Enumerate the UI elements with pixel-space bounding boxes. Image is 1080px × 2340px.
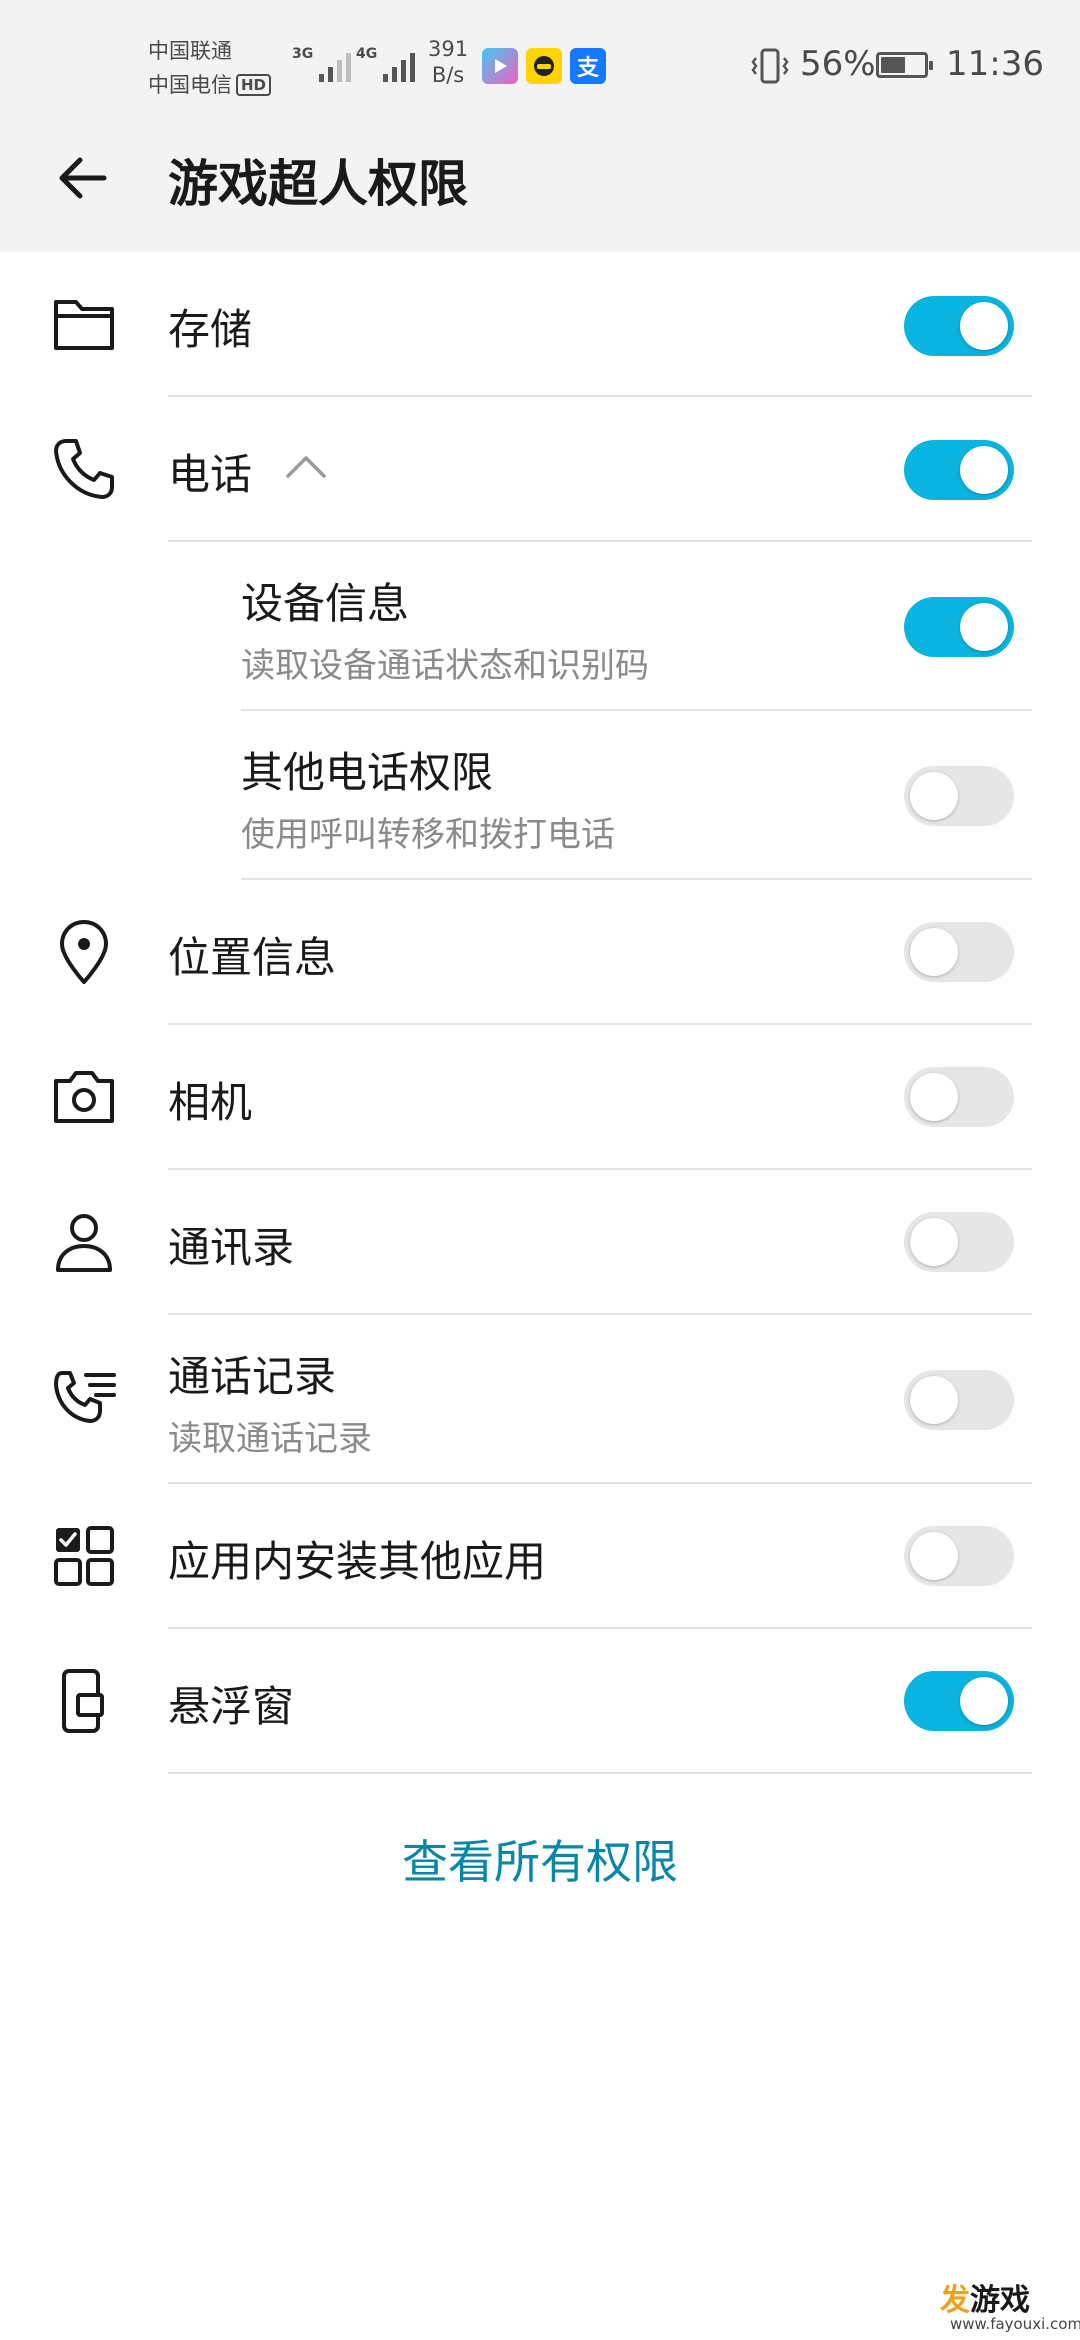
install-apps-icon [54,1526,114,1586]
permission-row-phone[interactable]: 电话 [0,397,1080,542]
device-info-toggle[interactable] [904,597,1014,657]
alipay-icon: 支 [570,48,606,84]
phone-toggle[interactable] [904,440,1014,500]
back-arrow-icon[interactable] [52,148,112,208]
permission-title: 通话记录 [168,1352,337,1401]
carrier-info: 中国联通 中国电信 HD [148,34,272,102]
signal-3g-icon: 3G [292,46,352,82]
battery-percent: 56% [800,44,876,84]
hd-badge: HD [236,74,272,96]
install-apps-toggle[interactable] [904,1526,1014,1586]
permission-row-floating-window[interactable]: 悬浮窗 [0,1629,1080,1774]
location-pin-icon [60,920,108,984]
permission-row-call-log[interactable]: 通话记录 读取通话记录 [0,1315,1080,1484]
vibrate-icon [751,48,789,84]
floating-window-icon [62,1669,104,1733]
battery-icon [876,52,933,78]
permission-title: 电话 [168,450,253,499]
permission-subtitle: 读取设备通话状态和识别码 [241,646,649,686]
camera-icon [54,1071,114,1123]
storage-toggle[interactable] [904,296,1014,356]
call-log-icon [54,1371,116,1423]
status-bar: 中国联通 中国电信 HD 3G 4G 391 B/s 支 56% 11:36 [0,0,1080,130]
page-title: 游戏超人权限 [168,155,468,213]
camera-toggle[interactable] [904,1067,1014,1127]
top-bar: 中国联通 中国电信 HD 3G 4G 391 B/s 支 56% 11:36 游… [0,0,1080,252]
permission-title: 设备信息 [241,579,410,628]
permission-subtitle: 使用呼叫转移和拨打电话 [241,815,615,855]
permission-title: 其他电话权限 [241,748,494,797]
network-speed: 391 B/s [428,37,469,87]
permission-title: 存储 [168,305,253,354]
permission-row-contacts[interactable]: 通讯录 [0,1170,1080,1315]
floating-window-toggle[interactable] [904,1671,1014,1731]
watermark-url: www.fayouxi.com [950,2315,1080,2333]
phone-icon [54,439,114,499]
signal-4g-icon: 4G [356,46,416,82]
permission-row-camera[interactable]: 相机 [0,1025,1080,1170]
carrier-2: 中国电信 [148,73,232,97]
location-toggle[interactable] [904,922,1014,982]
permission-title: 悬浮窗 [168,1682,295,1731]
watermark-logo: 发游戏 [940,2283,1030,2318]
permission-title: 通讯录 [168,1223,295,1272]
permission-row-storage[interactable]: 存储 [0,252,1080,397]
permission-row-location[interactable]: 位置信息 [0,880,1080,1025]
permission-row-install-apps[interactable]: 应用内安装其他应用 [0,1484,1080,1629]
other-phone-toggle[interactable] [904,766,1014,826]
permission-subtitle: 读取通话记录 [168,1419,372,1459]
permission-row-device-info[interactable]: 设备信息 读取设备通话状态和识别码 [0,542,1080,711]
battery-fill [881,57,905,73]
carrier-1: 中国联通 [148,39,232,63]
permission-row-other-phone[interactable]: 其他电话权限 使用呼叫转移和拨打电话 [0,711,1080,880]
permission-title: 相机 [168,1078,253,1127]
clock: 11:36 [946,44,1044,84]
view-all-permissions-link[interactable]: 查看所有权限 [0,1826,1080,1892]
person-icon [56,1214,112,1272]
divider [168,1772,1032,1774]
call-log-toggle[interactable] [904,1370,1014,1430]
chevron-up-icon[interactable] [284,452,328,480]
video-app-icon [482,48,518,84]
permission-title: 位置信息 [168,933,337,982]
permission-title: 应用内安装其他应用 [168,1537,547,1586]
contacts-toggle[interactable] [904,1212,1014,1272]
folder-icon [54,300,114,350]
game-app-icon [526,48,562,84]
